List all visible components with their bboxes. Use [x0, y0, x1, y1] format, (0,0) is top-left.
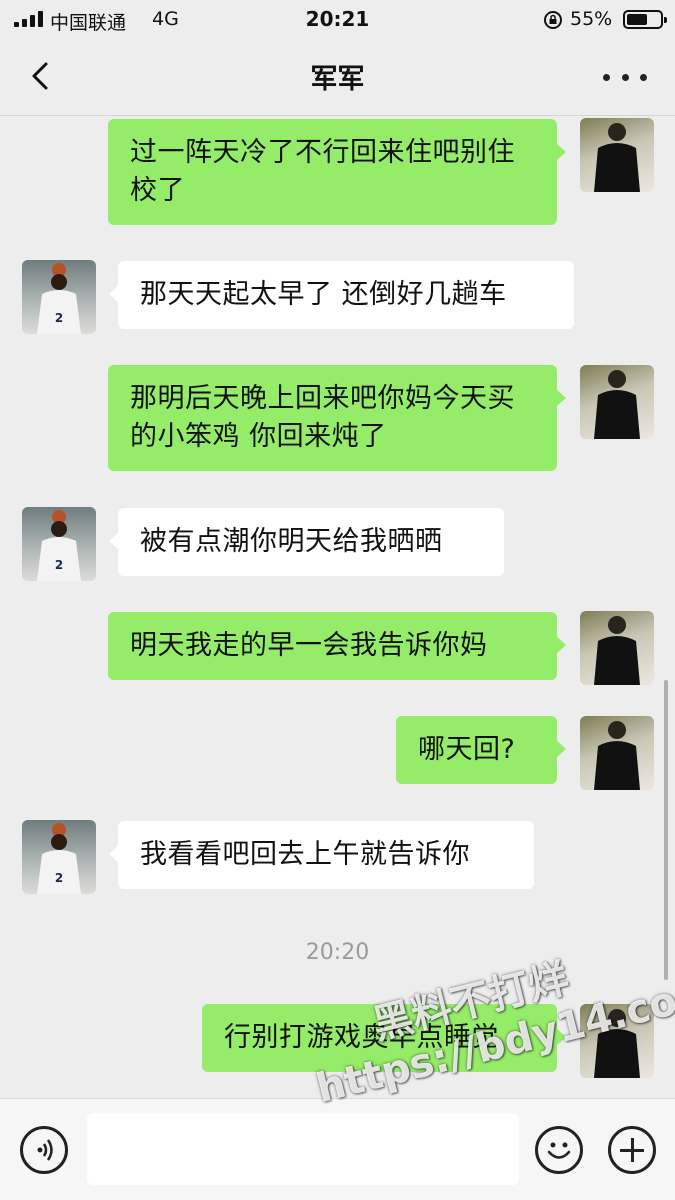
- more-options-button[interactable]: [603, 62, 647, 92]
- status-bar: 中国联通 4G 20:21 55%: [0, 0, 675, 40]
- avatar-other[interactable]: 2: [22, 507, 96, 581]
- avatar-self[interactable]: [580, 118, 654, 192]
- chat-bubble-self[interactable]: 行别打游戏奥早点睡觉: [202, 1004, 566, 1072]
- voice-icon: [37, 1139, 53, 1161]
- svg-text:2: 2: [55, 871, 63, 885]
- voice-input-button[interactable]: [20, 1126, 68, 1174]
- emoji-button[interactable]: [535, 1126, 583, 1174]
- svg-text:2: 2: [55, 311, 63, 325]
- avatar-self[interactable]: [580, 365, 654, 439]
- chat-bubble-self[interactable]: 那明后天晚上回来吧你妈今天买的小笨鸡 你回来炖了: [108, 365, 566, 471]
- scrollbar[interactable]: [664, 680, 668, 980]
- avatar-self[interactable]: [580, 611, 654, 685]
- chat-bubble-other[interactable]: 被有点潮你明天给我晒晒: [109, 508, 504, 576]
- battery-percent: 55%: [570, 8, 613, 30]
- input-bar: [0, 1098, 675, 1200]
- chat-bubble-self[interactable]: 过一阵天冷了不行回来住吧别住校了: [108, 119, 566, 225]
- battery-icon: [623, 10, 667, 29]
- message-input[interactable]: [87, 1113, 519, 1185]
- emoji-icon: [547, 1142, 571, 1159]
- chat-bubble-self[interactable]: 哪天回?: [396, 716, 566, 784]
- header-divider: [0, 115, 675, 116]
- chat-timestamp: 20:20: [305, 940, 370, 965]
- avatar-self[interactable]: [580, 716, 654, 790]
- svg-text:2: 2: [55, 558, 63, 572]
- more-functions-button[interactable]: [608, 1126, 656, 1174]
- chat-title: 军军: [310, 64, 365, 95]
- avatar-self[interactable]: [580, 1004, 654, 1078]
- chat-header: 军军: [0, 40, 675, 116]
- chat-bubble-self[interactable]: 明天我走的早一会我告诉你妈: [108, 612, 566, 680]
- rotation-lock-icon: [544, 11, 562, 29]
- avatar-other[interactable]: 2: [22, 820, 96, 894]
- chat-bubble-other[interactable]: 我看看吧回去上午就告诉你: [109, 821, 534, 889]
- chat-bubble-other[interactable]: 那天天起太早了 还倒好几趟车: [109, 261, 574, 329]
- avatar-other[interactable]: 2: [22, 260, 96, 334]
